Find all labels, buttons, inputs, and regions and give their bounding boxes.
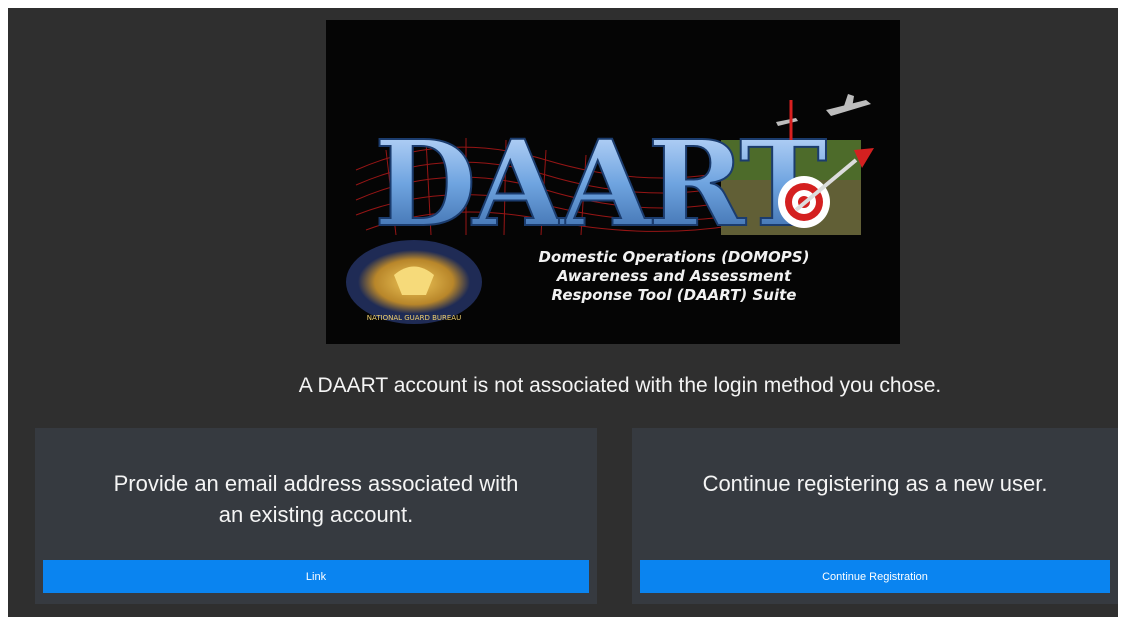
tagline-line-3: Response Tool (DAART) Suite xyxy=(551,286,797,304)
daart-logo-text: DAART xyxy=(374,114,826,253)
register-card: Continue registering as a new user. Cont… xyxy=(632,428,1118,604)
tagline-line-2: Awareness and Assessment xyxy=(556,267,792,285)
link-button[interactable]: Link xyxy=(43,560,589,593)
app-container: DAART NATIONAL GUARD BUREAU Domestic Ope… xyxy=(8,8,1118,617)
link-account-text-line-2: an existing account. xyxy=(218,502,414,527)
register-description: Continue registering as a new user. xyxy=(632,468,1118,499)
continue-registration-button[interactable]: Continue Registration xyxy=(640,560,1110,593)
daart-banner-image: DAART NATIONAL GUARD BUREAU Domestic Ope… xyxy=(326,20,900,344)
link-account-card: Provide an email address associated with… xyxy=(35,428,597,604)
register-text-line-1: Continue registering as a new user. xyxy=(702,471,1048,496)
account-not-associated-message: A DAART account is not associated with t… xyxy=(298,374,942,397)
banner-tagline: Domestic Operations (DOMOPS) Awareness a… xyxy=(524,248,824,305)
svg-text:NATIONAL GUARD BUREAU: NATIONAL GUARD BUREAU xyxy=(367,314,461,322)
link-account-description: Provide an email address associated with… xyxy=(35,468,597,530)
national-guard-seal-icon: NATIONAL GUARD BUREAU xyxy=(346,240,482,324)
link-account-text-line-1: Provide an email address associated with xyxy=(113,471,519,496)
tagline-line-1: Domestic Operations (DOMOPS) xyxy=(538,248,810,266)
